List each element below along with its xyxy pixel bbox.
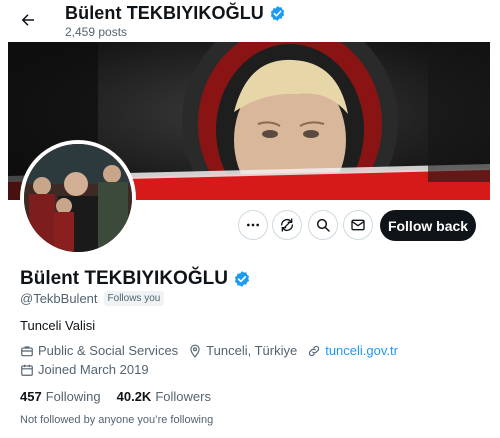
- follow-stats: 457 Following 40.2K Followers: [20, 389, 227, 404]
- header-name: Bülent TEKBIYIKOĞLU: [65, 3, 264, 23]
- handle-row: @TekbBulent Follows you: [20, 291, 165, 306]
- follow-back-button[interactable]: Follow back: [380, 210, 476, 241]
- joined-row: Joined March 2019: [20, 362, 159, 377]
- joined-item: Joined March 2019: [20, 362, 149, 377]
- refresh-slash-icon: [281, 218, 293, 232]
- followers-link[interactable]: 40.2K Followers: [117, 389, 211, 404]
- envelope-icon: [351, 219, 365, 231]
- more-horizontal-icon: [247, 223, 259, 227]
- profile-name: Bülent TEKBIYIKOĞLU: [20, 268, 228, 289]
- followers-count: 40.2K: [116, 389, 152, 404]
- header-title: Bülent TEKBIYIKOĞLU: [65, 3, 286, 24]
- location-item: Tunceli, Türkiye: [188, 343, 297, 358]
- calendar-icon: [21, 364, 33, 376]
- profile-name-row: Bülent TEKBIYIKOĞLU: [20, 268, 251, 290]
- message-button[interactable]: [343, 210, 373, 240]
- following-count: 457: [20, 389, 42, 404]
- briefcase-icon: [21, 345, 33, 356]
- website-link[interactable]: tunceli.gov.tr: [325, 343, 398, 358]
- category-text: Public & Social Services: [38, 343, 179, 358]
- verified-badge-icon: [270, 6, 285, 21]
- back-button[interactable]: [14, 6, 42, 34]
- subscribe-button[interactable]: [272, 210, 302, 240]
- posts-count: 2,459 posts: [65, 25, 128, 39]
- joined-text: Joined March 2019: [38, 362, 149, 377]
- search-icon: [316, 218, 330, 232]
- profile-avatar[interactable]: [20, 140, 136, 256]
- avatar-image: [24, 144, 132, 252]
- more-button[interactable]: [238, 210, 268, 240]
- location-text: Tunceli, Türkiye: [206, 343, 298, 358]
- arrow-left-icon: [21, 14, 34, 26]
- profile-handle: @TekbBulent: [20, 291, 98, 306]
- not-followed-note: Not followed by anyone you’re following: [20, 414, 214, 426]
- link-icon: [309, 345, 320, 356]
- category-item: Public & Social Services: [20, 343, 178, 358]
- website-item: tunceli.gov.tr: [307, 343, 398, 358]
- top-bar: Bülent TEKBIYIKOĞLU 2,459 posts: [0, 0, 500, 42]
- verified-badge-icon[interactable]: [233, 270, 251, 288]
- following-label: Following: [45, 389, 101, 404]
- followers-label: Followers: [155, 389, 211, 404]
- search-profile-button[interactable]: [308, 210, 338, 240]
- location-pin-icon: [190, 344, 200, 358]
- profile-bio: Tunceli Valisi: [20, 318, 96, 333]
- profile-meta-row: Public & Social Services Tunceli, Türkiy…: [20, 343, 408, 358]
- follows-you-badge: Follows you: [103, 291, 165, 306]
- following-link[interactable]: 457 Following: [20, 389, 101, 404]
